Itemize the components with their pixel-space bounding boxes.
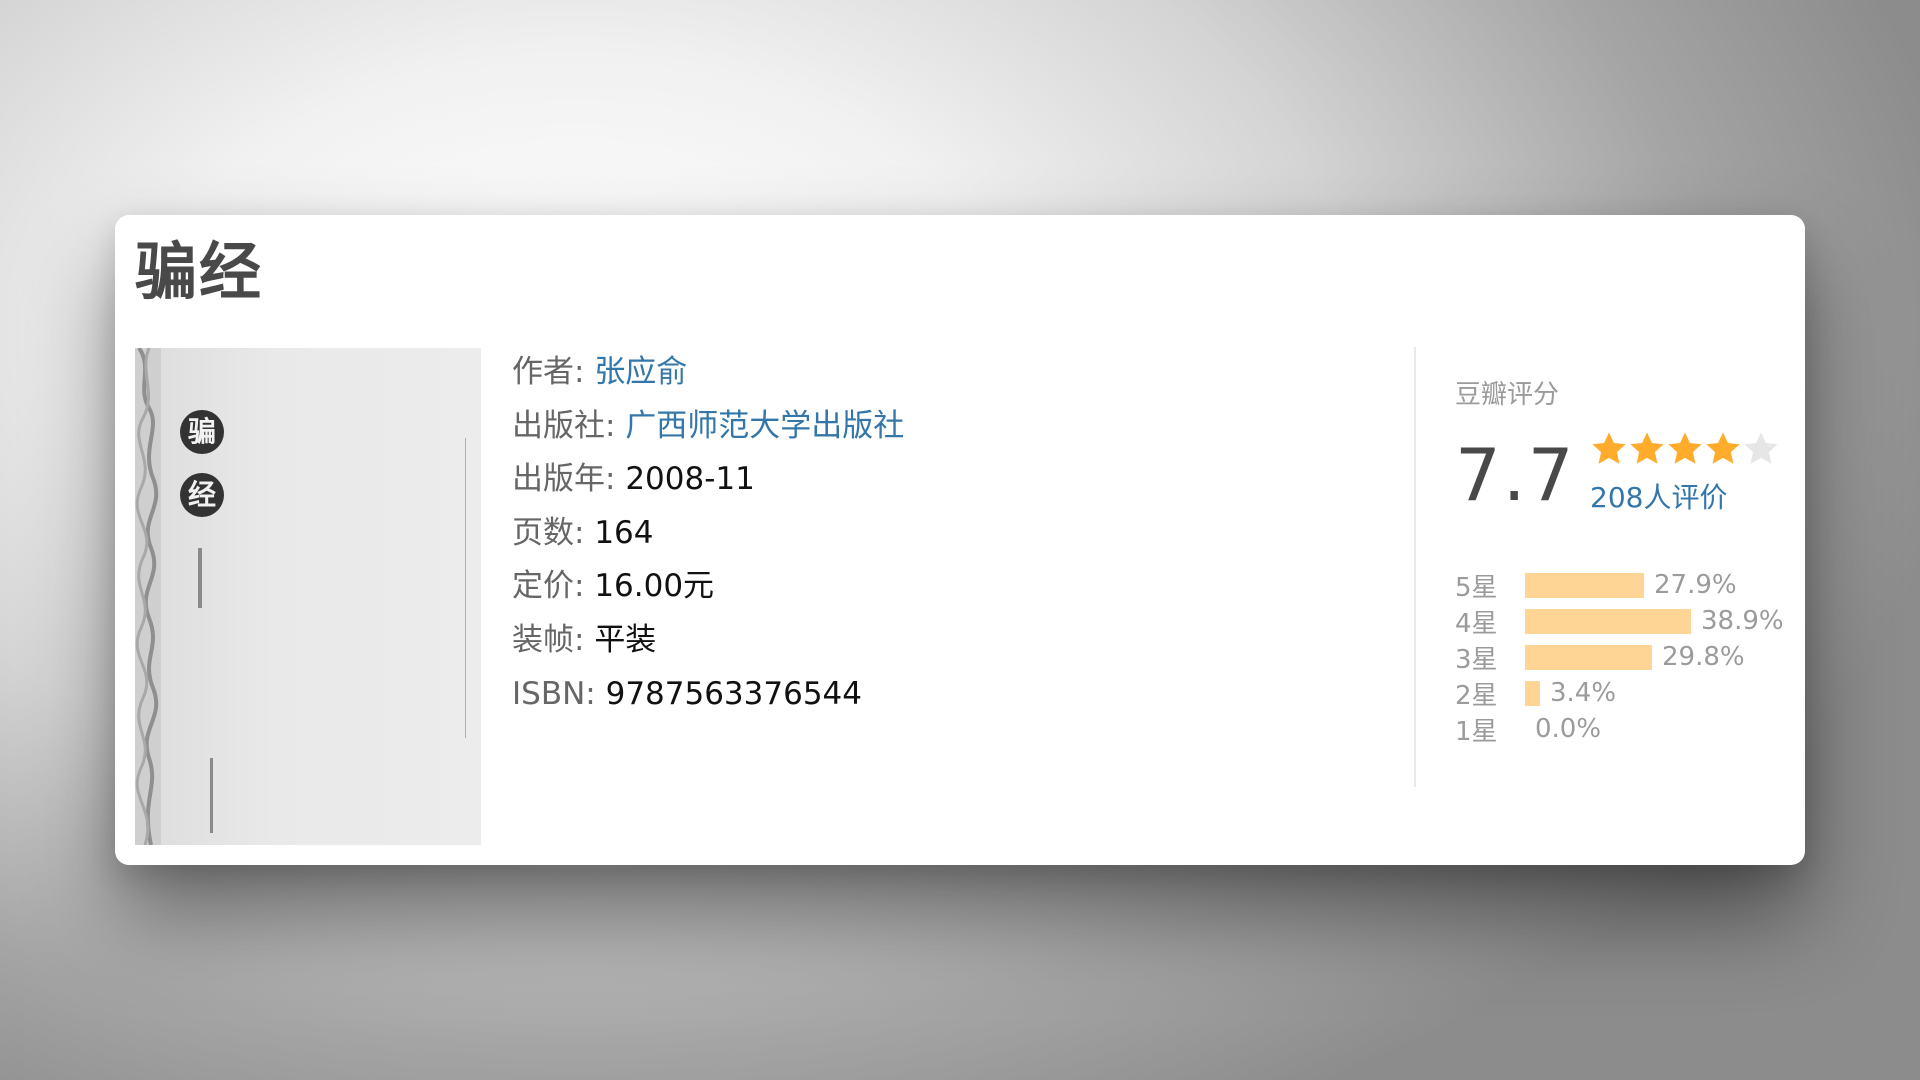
cover-author-mark — [198, 548, 202, 608]
rating-row-1: 1星 0.0% — [1455, 711, 1784, 747]
cover-rule — [465, 438, 466, 738]
rating-bar — [1525, 644, 1652, 670]
rating-panel: 豆瓣评分 7.7 208人评价 5星 27.9% 4星 38.9% 3星 29.8% 2星 3… — [1455, 375, 1795, 747]
pages-label: 页数: — [512, 514, 585, 551]
star-filled-icon — [1706, 432, 1740, 464]
publisher-label: 出版社: — [512, 407, 616, 444]
rating-row-label: 3星 — [1455, 644, 1498, 675]
rating-stars — [1590, 430, 1780, 472]
rating-percent: 38.9% — [1701, 606, 1784, 636]
rating-bar — [1525, 680, 1540, 706]
book-title: 骗经 — [135, 235, 264, 308]
rating-row-2: 2星 3.4% — [1455, 675, 1784, 711]
star-empty-icon — [1744, 432, 1778, 464]
info-isbn-row: ISBN: 9787563376544 — [512, 668, 904, 722]
book-info: 作者: 张应俞 出版社: 广西师范大学出版社 出版年: 2008-11 页数: … — [512, 346, 904, 721]
section-divider — [1414, 347, 1416, 787]
author-label: 作者: — [512, 354, 585, 390]
year-label: 出版年: — [512, 461, 616, 498]
pages-value: 164 — [594, 514, 654, 551]
rating-distribution: 5星 27.9% 4星 38.9% 3星 29.8% 2星 3.4% 1星 0.0% — [1455, 567, 1784, 747]
info-pages-row: 页数: 164 — [512, 507, 904, 561]
info-publisher-row: 出版社: 广西师范大学出版社 — [512, 400, 904, 454]
cover-title-char-2: 经 — [180, 473, 224, 517]
price-value: 16.00元 — [594, 568, 715, 605]
cover-title-char-1: 骗 — [180, 410, 224, 454]
rating-row-label: 4星 — [1455, 608, 1498, 639]
rating-percent: 0.0% — [1535, 714, 1602, 744]
star-filled-icon — [1668, 432, 1702, 464]
rating-row-label: 1星 — [1455, 716, 1498, 747]
rating-bar — [1525, 572, 1644, 598]
publisher-link[interactable]: 广西师范大学出版社 — [625, 408, 904, 444]
author-link[interactable]: 张应俞 — [594, 354, 687, 390]
binding-value: 平装 — [594, 621, 657, 658]
info-year-row: 出版年: 2008-11 — [512, 453, 904, 507]
rating-row-4: 4星 38.9% — [1455, 603, 1784, 639]
info-author-row: 作者: 张应俞 — [512, 346, 904, 400]
isbn-label: ISBN: — [512, 675, 596, 712]
rating-votes-link[interactable]: 208人评价 — [1590, 478, 1727, 518]
price-label: 定价: — [512, 568, 585, 605]
rating-bar — [1525, 608, 1691, 634]
book-card: 骗经 骗 经 作者: 张应俞 出版社: 广西师范大学出版社 出版年: 2008-… — [115, 215, 1805, 865]
cover-publisher-mark — [210, 758, 213, 833]
rating-row-3: 3星 29.8% — [1455, 639, 1784, 675]
star-filled-icon — [1630, 432, 1664, 464]
rating-score: 7.7 — [1455, 433, 1576, 517]
rating-percent: 27.9% — [1654, 570, 1737, 600]
star-filled-icon — [1592, 432, 1626, 464]
info-price-row: 定价: 16.00元 — [512, 560, 904, 614]
book-cover-image[interactable]: 骗 经 — [135, 348, 481, 845]
isbn-value: 9787563376544 — [605, 675, 862, 712]
rating-heading: 豆瓣评分 — [1455, 380, 1560, 410]
rating-percent: 29.8% — [1662, 642, 1745, 672]
rating-percent: 3.4% — [1550, 678, 1617, 708]
cover-pattern-strip — [135, 348, 161, 845]
rating-row-label: 2星 — [1455, 680, 1498, 711]
rating-row-label: 5星 — [1455, 572, 1498, 603]
rating-row-5: 5星 27.9% — [1455, 567, 1784, 603]
year-value: 2008-11 — [625, 461, 755, 498]
info-binding-row: 装帧: 平装 — [512, 614, 904, 668]
binding-label: 装帧: — [512, 621, 585, 658]
